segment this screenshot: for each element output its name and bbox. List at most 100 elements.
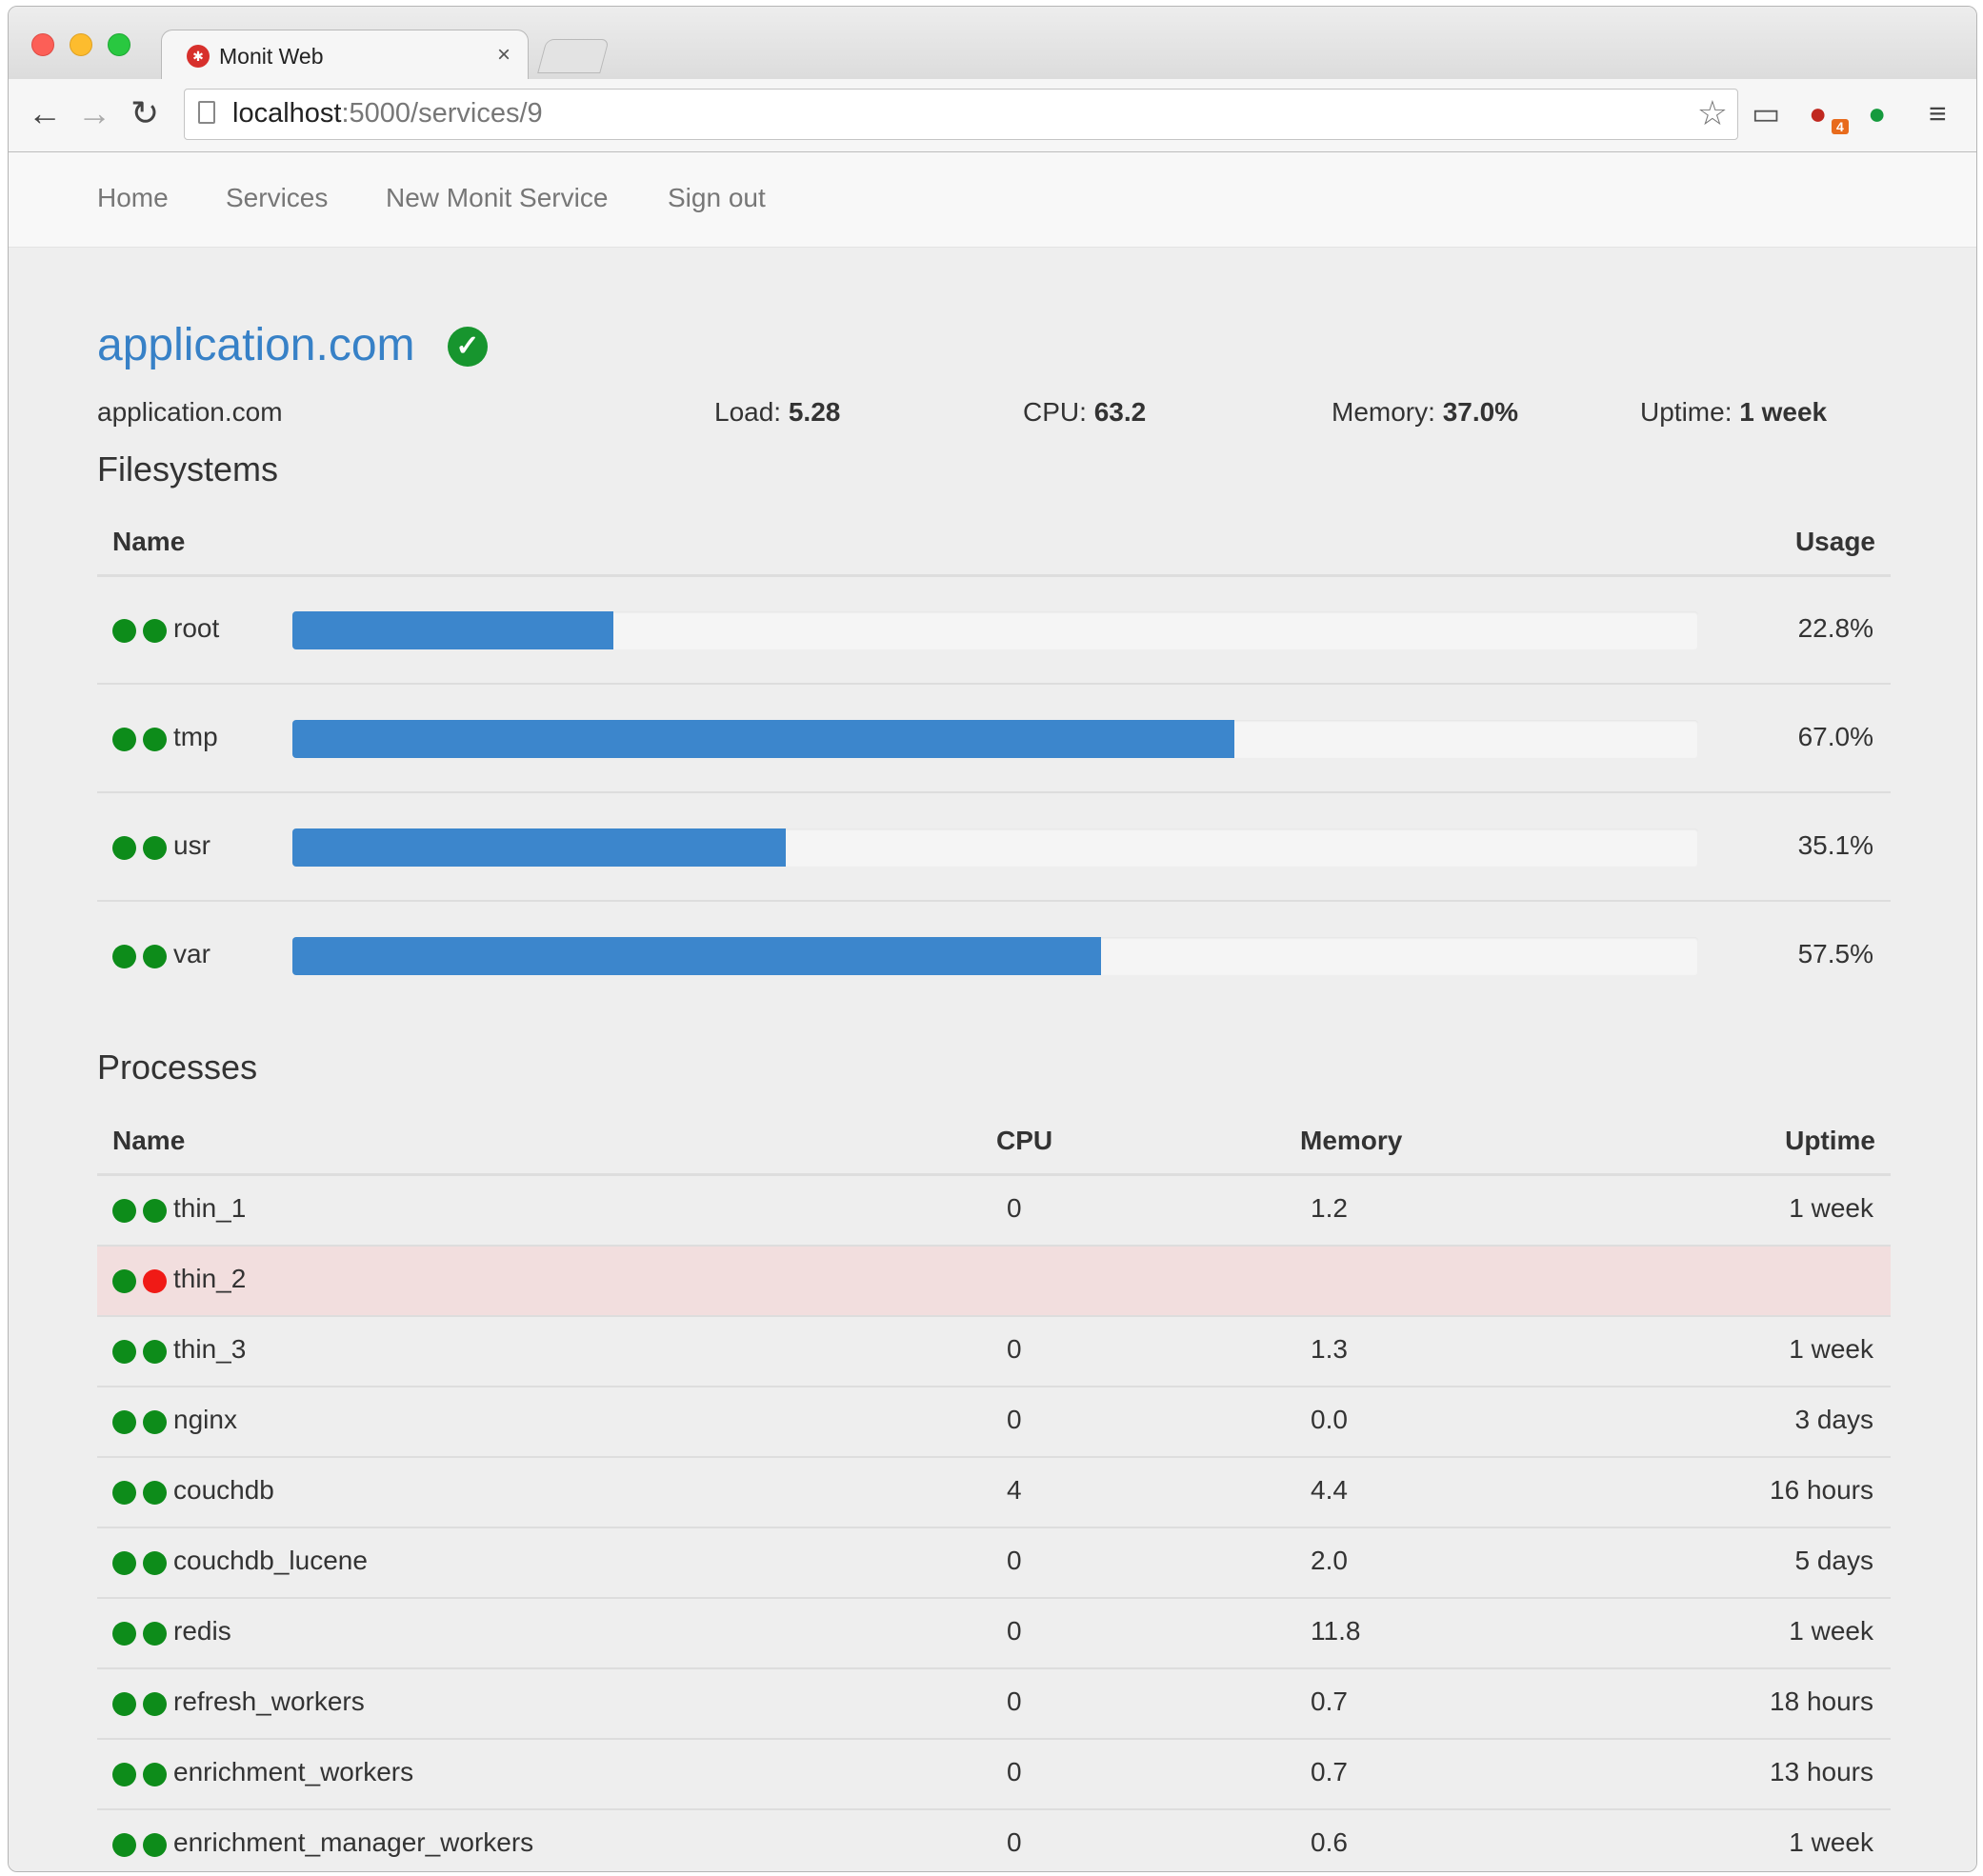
new-tab-button[interactable] [537, 39, 610, 73]
fs-col-usage: Usage [1794, 527, 1875, 556]
status-dot-icon [112, 1551, 136, 1575]
service-hostname: application.com [97, 397, 283, 427]
back-arrow-icon[interactable]: ← [28, 94, 62, 132]
usage-progress-fill [292, 611, 613, 649]
status-dot-icon [112, 1410, 136, 1434]
status-dot-icon [112, 1622, 136, 1646]
filesystem-name: tmp [173, 722, 218, 751]
status-dot-icon [112, 836, 136, 860]
process-row[interactable]: refresh_workers 0 0.7 18 hours [97, 1669, 1891, 1738]
menu-icon[interactable]: ≡ [1929, 94, 1947, 132]
usage-progress-fill [292, 720, 1234, 758]
extension-icon[interactable]: ● [1809, 94, 1827, 132]
process-uptime: 16 hours [1770, 1475, 1873, 1505]
memory-label: Memory: [1332, 397, 1435, 427]
process-row[interactable]: thin_3 0 1.3 1 week [97, 1317, 1891, 1386]
process-row[interactable]: nginx 0 0.0 3 days [97, 1387, 1891, 1456]
process-cpu: 0 [1007, 1616, 1022, 1646]
status-dot-icon [143, 1481, 167, 1505]
nav-sign-out[interactable]: Sign out [668, 183, 766, 213]
process-memory: 2.0 [1311, 1546, 1348, 1575]
status-dot-icon [112, 728, 136, 751]
process-row[interactable]: thin_2 [97, 1247, 1891, 1315]
usage-progress-bar [292, 828, 1698, 867]
status-dot-icon [143, 619, 167, 643]
process-row[interactable]: couchdb_lucene 0 2.0 5 days [97, 1528, 1891, 1597]
filesystem-row[interactable]: usr 35.1% [97, 794, 1891, 900]
nav-new-monit-service[interactable]: New Monit Service [386, 183, 608, 213]
tab-close-icon[interactable]: × [497, 42, 511, 69]
status-dot-icon [112, 1833, 136, 1857]
process-row[interactable]: enrichment_workers 0 0.7 13 hours [97, 1740, 1891, 1808]
hangouts-icon[interactable]: ● [1868, 94, 1886, 132]
row-divider [97, 791, 1891, 793]
status-dot-icon [112, 1199, 136, 1223]
tab-title: Monit Web [219, 44, 324, 69]
cpu-label: CPU: [1023, 397, 1087, 427]
title-bar: ✱ Monit Web × [9, 7, 1976, 82]
bookmark-star-icon[interactable]: ☆ [1697, 93, 1728, 133]
process-memory: 1.2 [1311, 1193, 1348, 1223]
filesystem-row[interactable]: var 57.5% [97, 903, 1891, 1008]
monit-favicon-icon: ✱ [187, 45, 210, 68]
url-host: localhost [232, 98, 342, 129]
forward-arrow-icon[interactable]: → [77, 94, 111, 132]
processes-heading: Processes [97, 1048, 258, 1087]
browser-tab[interactable]: ✱ Monit Web × [161, 30, 529, 82]
address-bar[interactable]: localhost:5000/services/9 ☆ [184, 89, 1738, 140]
process-memory: 0.0 [1311, 1405, 1348, 1434]
process-name: thin_3 [173, 1334, 247, 1364]
status-dot-icon [143, 1551, 167, 1575]
process-row[interactable]: thin_1 0 1.2 1 week [97, 1176, 1891, 1245]
load-value: 5.28 [788, 397, 841, 427]
process-uptime: 3 days [1794, 1405, 1874, 1434]
status-dot-icon [112, 1481, 136, 1505]
status-dot-icon [143, 1199, 167, 1223]
filesystem-usage: 57.5% [1797, 939, 1873, 968]
nav-home[interactable]: Home [97, 183, 169, 213]
site-navbar: Home Services New Monit Service Sign out [9, 152, 1976, 248]
process-uptime: 1 week [1789, 1334, 1873, 1364]
usage-progress-bar [292, 937, 1698, 975]
process-cpu: 0 [1007, 1193, 1022, 1223]
process-memory: 1.3 [1311, 1334, 1348, 1364]
process-cpu: 0 [1007, 1757, 1022, 1786]
process-name: couchdb [173, 1475, 274, 1505]
filesystem-row[interactable]: tmp 67.0% [97, 686, 1891, 791]
reload-icon[interactable]: ↻ [130, 94, 159, 132]
process-name: nginx [173, 1405, 237, 1434]
process-memory: 0.6 [1311, 1827, 1348, 1857]
filesystem-name: usr [173, 830, 210, 860]
row-divider [97, 683, 1891, 685]
process-memory: 0.7 [1311, 1757, 1348, 1786]
memory-value: 37.0% [1442, 397, 1519, 427]
process-cpu: 0 [1007, 1546, 1022, 1575]
filesystem-usage: 22.8% [1797, 613, 1873, 643]
minimize-window-button[interactable] [70, 33, 92, 56]
uptime-value: 1 week [1739, 397, 1828, 427]
status-dot-icon [112, 1269, 136, 1293]
close-window-button[interactable] [31, 33, 54, 56]
process-row[interactable]: redis 0 11.8 1 week [97, 1599, 1891, 1667]
filesystem-name: root [173, 613, 220, 643]
filesystem-row[interactable]: root 22.8% [97, 577, 1891, 683]
process-row[interactable]: enrichment_manager_workers 0 0.6 1 week [97, 1810, 1891, 1871]
status-dot-icon [143, 945, 167, 968]
filesystem-usage: 67.0% [1797, 722, 1873, 751]
url-text[interactable]: localhost:5000/services/9 [232, 98, 543, 130]
nav-services[interactable]: Services [226, 183, 328, 213]
status-dot-icon [112, 619, 136, 643]
load-label: Load: [714, 397, 782, 427]
process-uptime: 1 week [1789, 1616, 1873, 1646]
process-row[interactable]: couchdb 4 4.4 16 hours [97, 1458, 1891, 1527]
status-dot-icon [143, 1833, 167, 1857]
status-dot-icon [112, 1340, 136, 1364]
status-dot-icon [112, 1763, 136, 1786]
process-name: thin_1 [173, 1193, 247, 1223]
page-title[interactable]: application.com [97, 319, 415, 371]
process-name: enrichment_workers [173, 1757, 414, 1786]
maximize-window-button[interactable] [108, 33, 130, 56]
status-dot-icon [112, 945, 136, 968]
extension-badge: 4 [1832, 119, 1849, 134]
cast-icon[interactable]: ▭ [1752, 94, 1780, 132]
